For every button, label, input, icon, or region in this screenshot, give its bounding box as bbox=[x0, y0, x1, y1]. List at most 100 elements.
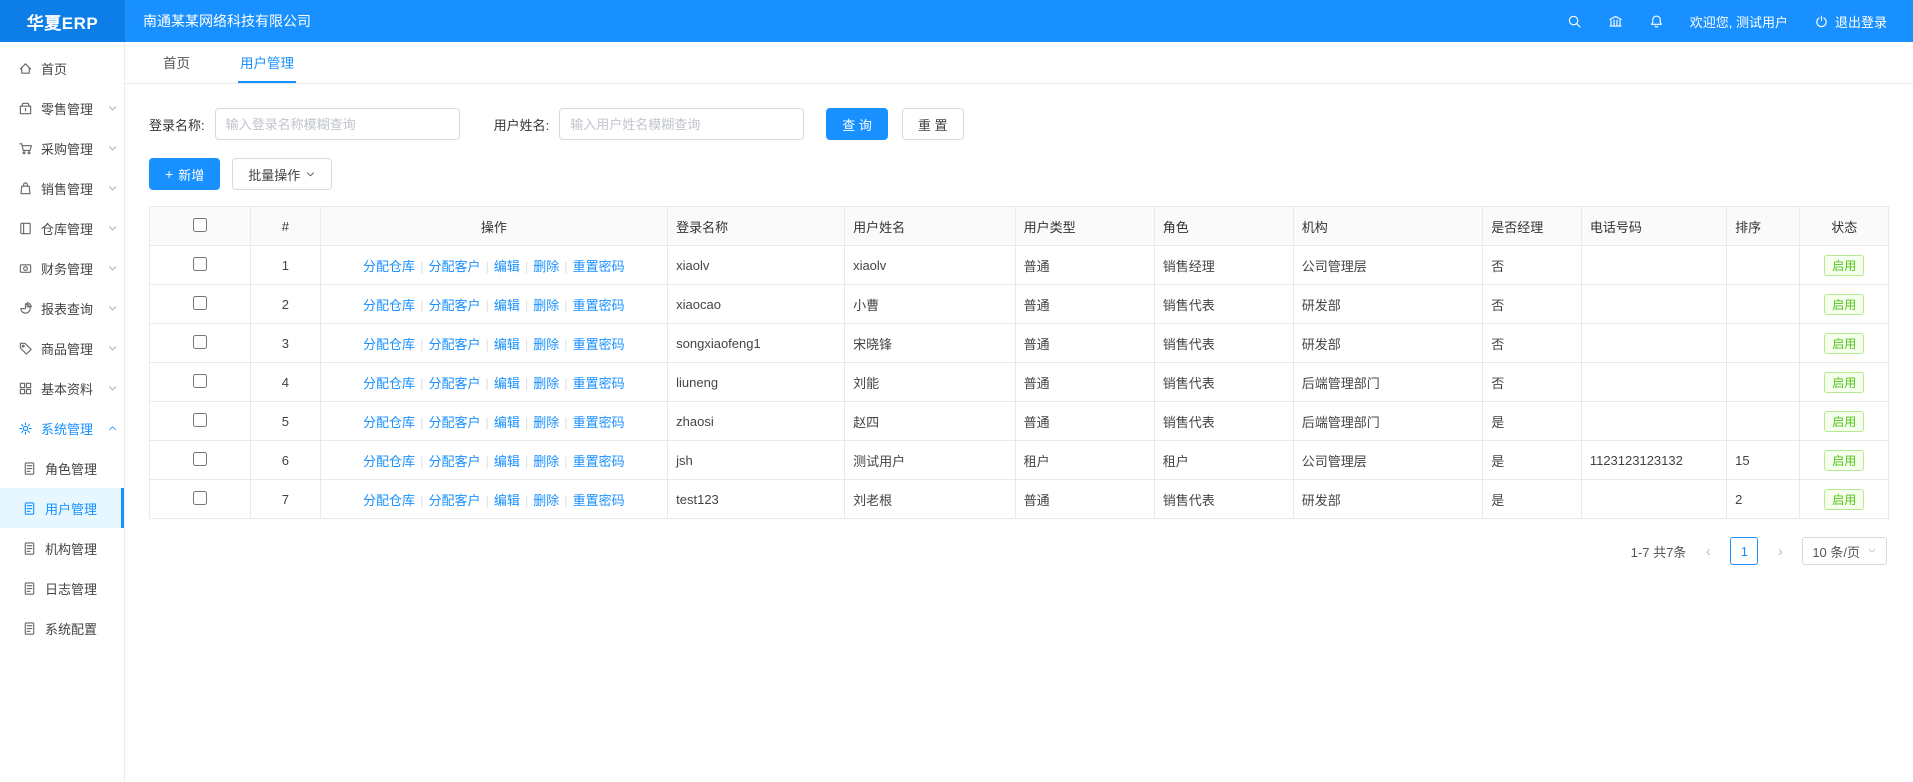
cell-user-name: 刘老根 bbox=[845, 480, 1016, 519]
sidebar-item-3[interactable]: 销售管理 bbox=[0, 168, 124, 208]
row-checkbox[interactable] bbox=[193, 335, 207, 349]
batch-actions-button[interactable]: 批量操作 bbox=[232, 158, 332, 190]
sidebar-item-label: 零售管理 bbox=[41, 99, 93, 118]
user-name-input[interactable] bbox=[559, 108, 804, 140]
search-icon[interactable] bbox=[1567, 14, 1582, 29]
sidebar-item-11[interactable]: 用户管理 bbox=[0, 488, 124, 528]
reset-password-link[interactable]: 重置密码 bbox=[573, 454, 625, 469]
sidebar-item-14[interactable]: 系统配置 bbox=[0, 608, 124, 648]
divider: | bbox=[485, 415, 488, 430]
sidebar-item-9[interactable]: 系统管理 bbox=[0, 408, 124, 448]
sidebar-item-13[interactable]: 日志管理 bbox=[0, 568, 124, 608]
cell-role: 销售代表 bbox=[1154, 285, 1293, 324]
delete-link[interactable]: 删除 bbox=[533, 259, 559, 274]
edit-link[interactable]: 编辑 bbox=[494, 454, 520, 469]
sidebar-item-12[interactable]: 机构管理 bbox=[0, 528, 124, 568]
sidebar-item-0[interactable]: 首页 bbox=[0, 48, 124, 88]
reset-button[interactable]: 重 置 bbox=[902, 108, 964, 140]
warehouse-icon bbox=[18, 221, 33, 236]
assign-warehouse-link[interactable]: 分配仓库 bbox=[363, 493, 415, 508]
divider: | bbox=[420, 298, 423, 313]
divider: | bbox=[485, 454, 488, 469]
delete-link[interactable]: 删除 bbox=[533, 493, 559, 508]
reset-password-link[interactable]: 重置密码 bbox=[573, 337, 625, 352]
product-icon bbox=[18, 341, 33, 356]
assign-warehouse-link[interactable]: 分配仓库 bbox=[363, 454, 415, 469]
delete-link[interactable]: 删除 bbox=[533, 376, 559, 391]
sidebar-item-label: 报表查询 bbox=[41, 299, 93, 318]
edit-link[interactable]: 编辑 bbox=[494, 259, 520, 274]
query-button[interactable]: 查 询 bbox=[826, 108, 888, 140]
sidebar-item-2[interactable]: 采购管理 bbox=[0, 128, 124, 168]
divider: | bbox=[420, 454, 423, 469]
tab-home[interactable]: 首页 bbox=[161, 42, 192, 83]
assign-warehouse-link[interactable]: 分配仓库 bbox=[363, 415, 415, 430]
assign-warehouse-link[interactable]: 分配仓库 bbox=[363, 337, 415, 352]
bank-icon[interactable] bbox=[1608, 14, 1623, 29]
sidebar-item-5[interactable]: 财务管理 bbox=[0, 248, 124, 288]
reset-password-link[interactable]: 重置密码 bbox=[573, 298, 625, 313]
edit-link[interactable]: 编辑 bbox=[494, 298, 520, 313]
edit-link[interactable]: 编辑 bbox=[494, 493, 520, 508]
row-checkbox[interactable] bbox=[193, 374, 207, 388]
sidebar-item-7[interactable]: 商品管理 bbox=[0, 328, 124, 368]
select-all-checkbox[interactable] bbox=[193, 218, 207, 232]
assign-customer-link[interactable]: 分配客户 bbox=[428, 259, 480, 274]
cell-login-name: jsh bbox=[668, 441, 845, 480]
logout-button[interactable]: 退出登录 bbox=[1814, 12, 1887, 31]
sidebar-item-6[interactable]: 报表查询 bbox=[0, 288, 124, 328]
assign-customer-link[interactable]: 分配客户 bbox=[428, 454, 480, 469]
bell-icon[interactable] bbox=[1649, 14, 1664, 29]
delete-link[interactable]: 删除 bbox=[533, 415, 559, 430]
row-checkbox[interactable] bbox=[193, 257, 207, 271]
reset-password-link[interactable]: 重置密码 bbox=[573, 259, 625, 274]
status-badge: 启用 bbox=[1824, 411, 1864, 432]
sidebar-item-8[interactable]: 基本资料 bbox=[0, 368, 124, 408]
row-checkbox[interactable] bbox=[193, 452, 207, 466]
assign-warehouse-link[interactable]: 分配仓库 bbox=[363, 259, 415, 274]
sidebar-item-label: 财务管理 bbox=[41, 259, 93, 278]
row-checkbox[interactable] bbox=[193, 296, 207, 310]
sidebar-item-4[interactable]: 仓库管理 bbox=[0, 208, 124, 248]
purchase-icon bbox=[18, 141, 33, 156]
delete-link[interactable]: 删除 bbox=[533, 298, 559, 313]
page-number-button[interactable]: 1 bbox=[1730, 537, 1758, 565]
row-checkbox[interactable] bbox=[193, 491, 207, 505]
row-checkbox[interactable] bbox=[193, 413, 207, 427]
sidebar-item-1[interactable]: 零售管理 bbox=[0, 88, 124, 128]
cell-sort bbox=[1727, 324, 1800, 363]
chevron-down-icon bbox=[107, 263, 118, 274]
cell-sort bbox=[1727, 402, 1800, 441]
assign-warehouse-link[interactable]: 分配仓库 bbox=[363, 376, 415, 391]
column-header: # bbox=[251, 207, 321, 246]
edit-link[interactable]: 编辑 bbox=[494, 376, 520, 391]
divider: | bbox=[525, 376, 528, 391]
reset-password-link[interactable]: 重置密码 bbox=[573, 376, 625, 391]
delete-link[interactable]: 删除 bbox=[533, 337, 559, 352]
reset-password-link[interactable]: 重置密码 bbox=[573, 415, 625, 430]
cell-user-name: 赵四 bbox=[845, 402, 1016, 441]
app-logo[interactable]: 华夏ERP bbox=[0, 0, 125, 42]
assign-customer-link[interactable]: 分配客户 bbox=[428, 376, 480, 391]
assign-customer-link[interactable]: 分配客户 bbox=[428, 337, 480, 352]
assign-customer-link[interactable]: 分配客户 bbox=[428, 415, 480, 430]
cell-user-type: 普通 bbox=[1015, 285, 1154, 324]
doc-icon bbox=[22, 501, 37, 516]
sidebar-item-10[interactable]: 角色管理 bbox=[0, 448, 124, 488]
edit-link[interactable]: 编辑 bbox=[494, 337, 520, 352]
divider: | bbox=[485, 298, 488, 313]
reset-password-link[interactable]: 重置密码 bbox=[573, 493, 625, 508]
add-button[interactable]: +新增 bbox=[149, 158, 220, 190]
next-page-button[interactable]: › bbox=[1768, 538, 1792, 564]
assign-warehouse-link[interactable]: 分配仓库 bbox=[363, 298, 415, 313]
delete-link[interactable]: 删除 bbox=[533, 454, 559, 469]
prev-page-button[interactable]: ‹ bbox=[1696, 538, 1720, 564]
cell-login-name: liuneng bbox=[668, 363, 845, 402]
edit-link[interactable]: 编辑 bbox=[494, 415, 520, 430]
assign-customer-link[interactable]: 分配客户 bbox=[428, 298, 480, 313]
row-operations: 分配仓库|分配客户|编辑|删除|重置密码 bbox=[320, 402, 668, 441]
tab-user-management[interactable]: 用户管理 bbox=[238, 42, 296, 83]
assign-customer-link[interactable]: 分配客户 bbox=[428, 493, 480, 508]
login-name-input[interactable] bbox=[215, 108, 460, 140]
page-size-select[interactable]: 10 条/页 bbox=[1802, 537, 1887, 565]
